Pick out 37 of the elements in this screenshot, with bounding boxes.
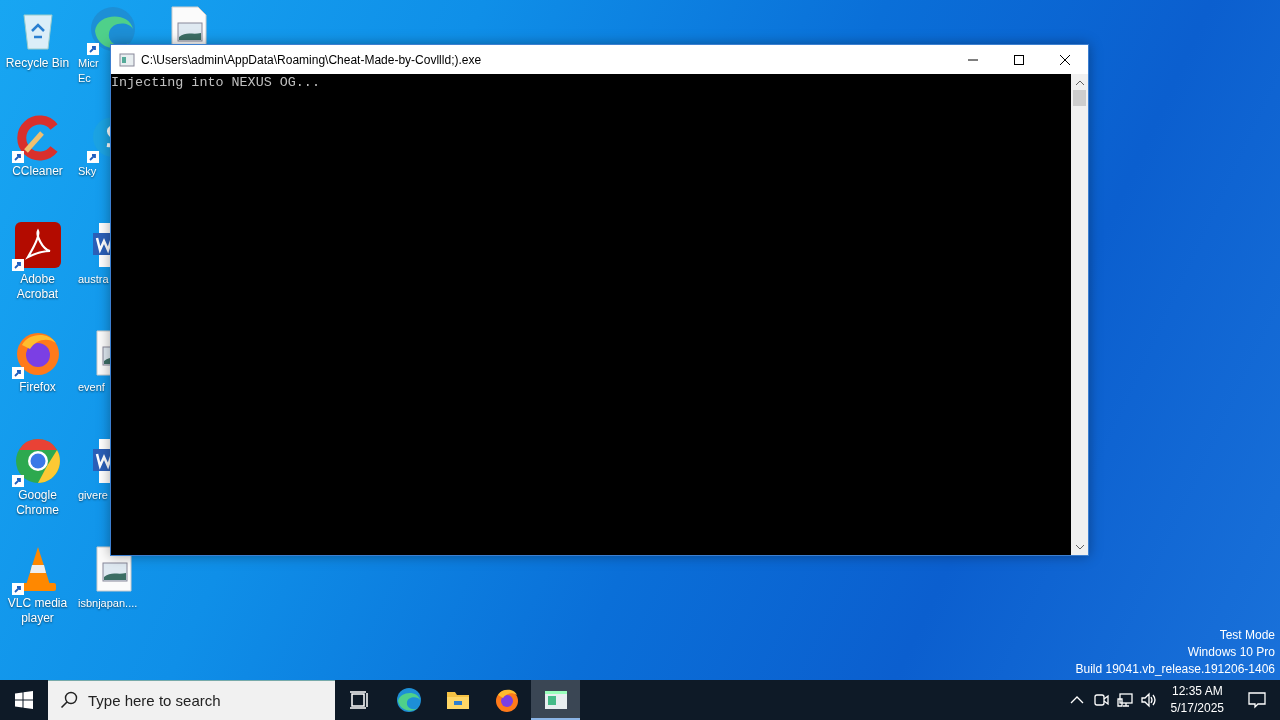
desktop-icon-label[interactable]: Recycle Bin — [5, 56, 70, 71]
desktop-icon-label[interactable]: Google Chrome — [16, 488, 59, 518]
window-title: C:\Users\admin\AppData\Roaming\Cheat-Made-by-Covllld;).exe — [141, 52, 483, 67]
windows-logo-icon — [15, 691, 33, 709]
close-icon — [1059, 53, 1071, 66]
desktop-icon-label[interactable]: evenf — [78, 380, 105, 395]
acrobat-icon — [13, 221, 62, 269]
windows-build-watermark: Test Mode — [1218, 627, 1275, 644]
desktop-icon-label[interactable]: isbnjapan.... — [78, 596, 138, 611]
desktop-icon-label[interactable]: austra — [78, 272, 109, 287]
desktop-icon-label[interactable]: givere — [78, 488, 108, 503]
desktop-icon-label[interactable]: VLC media player — [7, 596, 68, 626]
network-icon — [1115, 691, 1134, 709]
firefox-icon — [493, 687, 520, 713]
speaker-icon — [1139, 691, 1158, 709]
console-line: Injecting into NEXUS OG... — [111, 74, 321, 91]
windows-build-watermark: Build 19041.vb_release.191206-1406 — [1075, 661, 1275, 678]
taskbar-app-button[interactable] — [531, 680, 580, 720]
notification-icon — [1247, 690, 1267, 710]
edge-icon — [395, 687, 422, 713]
windows-build-watermark: Windows 10 Pro — [1186, 644, 1275, 661]
scroll-down-icon — [1074, 542, 1085, 552]
search-icon — [60, 691, 78, 709]
chrome-icon — [13, 437, 62, 485]
desktop-icon-label[interactable]: Firefox — [19, 380, 56, 395]
desktop-icon-label[interactable]: CCleaner — [12, 164, 63, 179]
clock[interactable]: 12:35 AM 5/17/2025 — [1160, 683, 1234, 717]
scrollbar[interactable] — [1071, 74, 1088, 555]
desktop-icon-label[interactable]: Adobe Acrobat — [16, 272, 59, 302]
scrollbar-thumb[interactable] — [1073, 90, 1086, 106]
console-window-icon — [119, 51, 135, 68]
scroll-up-icon — [1074, 78, 1085, 88]
camera-icon — [1091, 691, 1110, 709]
desktop-icon-label[interactable]: Sky — [78, 164, 97, 179]
desktop-icon-label[interactable]: Micr Ec — [78, 56, 99, 86]
search-field[interactable]: Type here to search — [48, 680, 335, 720]
maximize-icon — [1013, 53, 1025, 66]
